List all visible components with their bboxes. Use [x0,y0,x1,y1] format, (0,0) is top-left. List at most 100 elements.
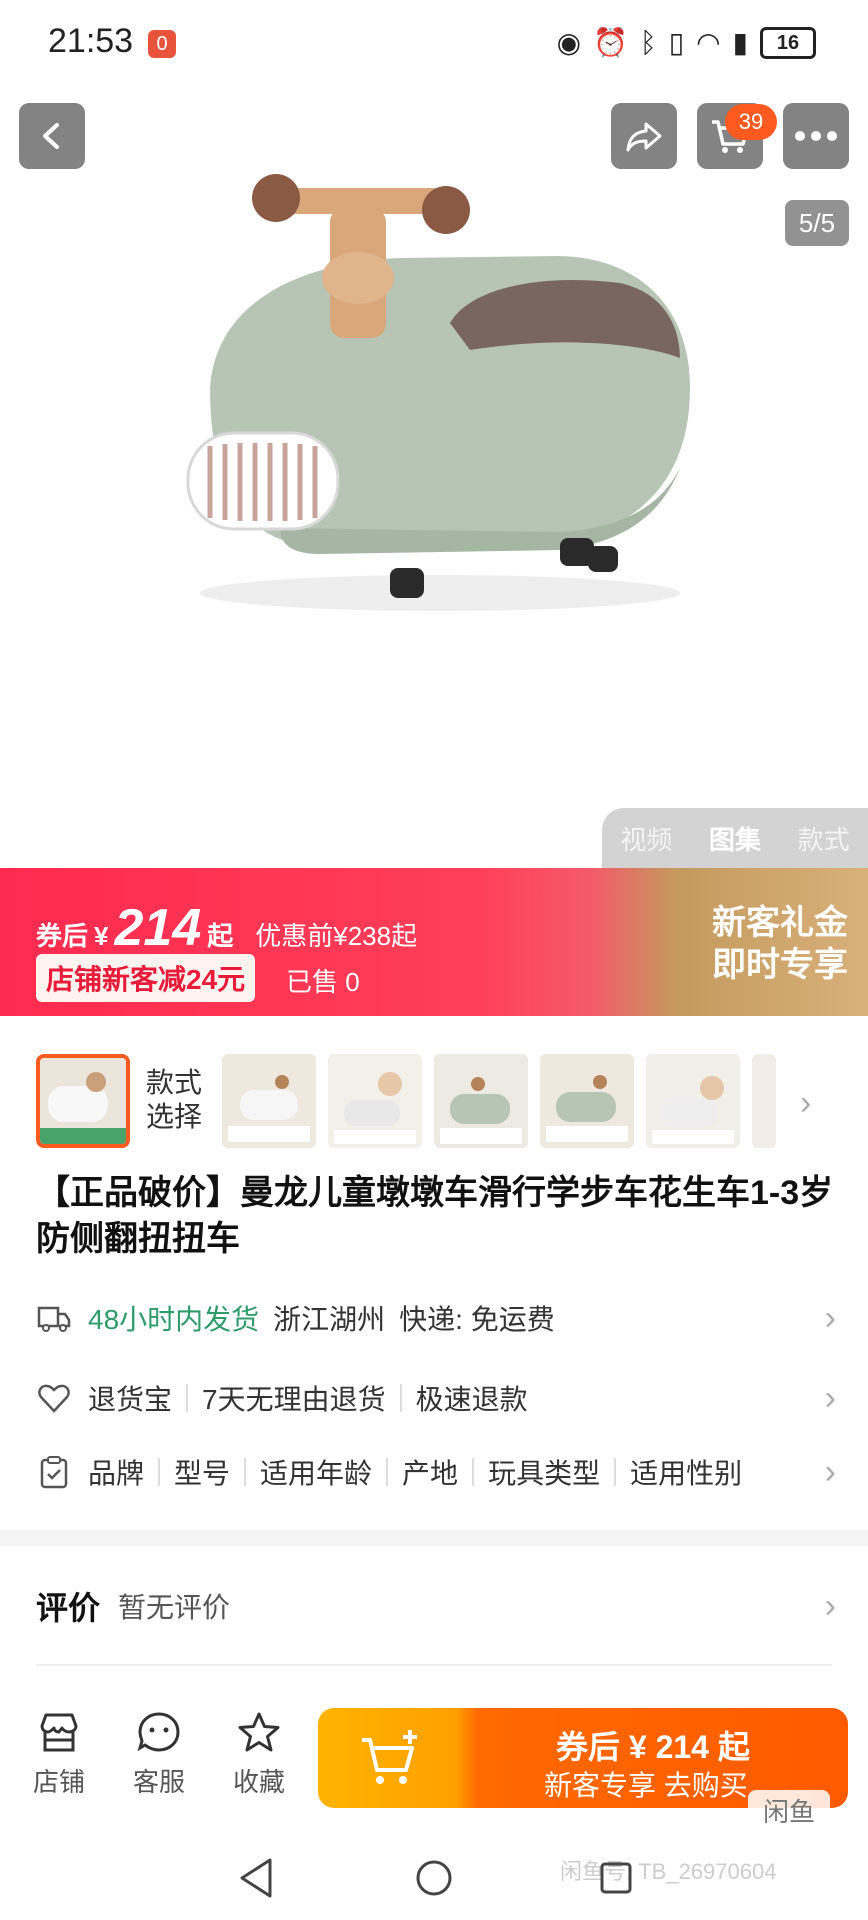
section-divider [0,1530,868,1546]
separator [158,1458,161,1486]
separator [386,1458,389,1486]
chevron-right-icon[interactable]: › [800,1084,811,1123]
service-label: 客服 [132,1767,185,1797]
review-title: 评价 [36,1590,101,1626]
chevron-right-icon: › [824,1586,836,1625]
delivery-fee: 快递: 免运费 [399,1304,555,1335]
style-thumbnail[interactable] [222,1054,316,1148]
selected-style-thumbnail[interactable] [36,1054,130,1148]
star-icon [238,1712,280,1752]
system-nav-bar [0,1840,868,1920]
style-thumbnail[interactable] [540,1054,634,1148]
style-thumbnails [222,1054,776,1148]
favorite-label: 收藏 [232,1767,285,1797]
return-item: 7天无理由退货 [202,1384,386,1415]
cart-count-badge: 39 [725,104,777,140]
param-item: 适用性别 [630,1458,743,1489]
chat-face-icon [137,1712,180,1752]
style-thumbnail[interactable] [752,1054,776,1148]
recents-square-icon[interactable] [596,1856,636,1900]
chevron-right-icon: › [824,1298,836,1337]
favorite-button[interactable]: 收藏 [224,1710,294,1799]
app-watermark: 闲鱼 [748,1790,830,1834]
divider [36,1664,832,1666]
param-item: 产地 [402,1458,459,1489]
chevron-right-icon: › [824,1378,836,1417]
more-icon [795,131,837,141]
sold-count: 已售 0 [286,967,360,997]
heart-shield-icon [38,1384,70,1413]
product-image [186,174,690,611]
battery-icon: 16 [760,26,816,59]
promo-text: 新客礼金 即时专享 [712,902,848,986]
style-thumbnail-image [40,1058,126,1144]
promo-line-2: 即时专享 [712,946,848,984]
price-label: 券后 [36,921,89,951]
buy-price-text: 券后 ¥ 214 起 [556,1729,750,1765]
product-gallery[interactable]: 39 5/5 [0,88,868,868]
return-item: 退货宝 [88,1384,173,1415]
style-label-line-2: 选择 [146,1101,203,1132]
tab-gallery[interactable]: 图集 [709,820,761,857]
eye-icon: ◉ [556,27,582,58]
buy-cta-text: 新客专享 去购买 [544,1770,748,1801]
share-button[interactable] [611,103,677,169]
shipping-row[interactable]: 48小时内发货 浙江湖州 快递: 免运费 › [36,1290,836,1346]
style-selector[interactable]: 款式 选择 › [0,1044,868,1148]
status-icons: ◉ ⏰ ᛒ ▯ ◠ ▮ 16 [557,26,816,59]
chevron-right-icon: › [824,1452,836,1491]
chevron-left-icon [43,123,59,149]
review-value: 暂无评价 [118,1592,231,1623]
price-suffix: 起 [207,921,234,951]
shop-button[interactable]: 店铺 [24,1710,94,1799]
clipboard-icon [40,1456,68,1489]
separator [186,1384,189,1412]
style-thumbnail[interactable] [434,1054,528,1148]
promo-line-1: 新客礼金 [712,904,848,942]
style-label: 款式 选择 [146,1066,202,1134]
shop-label: 店铺 [32,1767,85,1797]
original-price: 优惠前¥238起 [255,921,418,951]
separator [614,1458,617,1486]
add-to-cart-icon[interactable] [358,1726,424,1790]
tab-video[interactable]: 视频 [620,820,672,857]
store-icon [40,1713,78,1752]
params-row[interactable]: 品牌 型号 适用年龄 产地 玩具类型 适用性别 › [36,1444,836,1500]
return-item: 极速退款 [415,1384,528,1415]
param-item: 型号 [174,1458,231,1489]
coupon-tag[interactable]: 店铺新客减24元 [36,954,256,1002]
style-thumbnail[interactable] [328,1054,422,1148]
price-banner: 券后 ¥ 214 起 优惠前¥238起 店铺新客减24元 已售 0 新客礼金 即… [0,868,868,1016]
home-circle-icon[interactable] [414,1856,454,1900]
status-bar: 21:53 0 ◉ ⏰ ᛒ ▯ ◠ ▮ 16 [0,0,868,88]
more-button[interactable] [783,103,849,169]
returns-row[interactable]: 退货宝 7天无理由退货 极速退款 › [36,1370,836,1426]
style-thumbnail[interactable] [646,1054,740,1148]
ship-origin: 浙江湖州 [273,1304,386,1335]
signal-icon: ▮ [732,27,748,58]
separator [472,1458,475,1486]
param-item: 品牌 [88,1458,145,1489]
product-title: 【正品破价】曼龙儿童墩墩车滑行学步车花生车1-3岁防侧翻扭扭车 [36,1174,834,1258]
bluetooth-icon: ᛒ [639,26,657,58]
review-row[interactable]: 评价 暂无评价 › [36,1578,836,1634]
tab-styles[interactable]: 款式 [798,820,850,857]
media-tabs: 视频 图集 款式 [602,808,868,868]
param-item: 适用年龄 [260,1458,373,1489]
price-block: 券后 ¥ 214 起 优惠前¥238起 [36,898,417,958]
fast-shipping: 48小时内发货 [88,1304,260,1335]
separator [244,1458,247,1486]
back-triangle-icon[interactable] [236,1856,276,1900]
customer-service-button[interactable]: 客服 [124,1710,194,1799]
price-currency: ¥ [94,921,109,951]
wifi-icon: ◠ [696,27,721,58]
vibrate-icon: ▯ [668,27,685,58]
truck-icon [37,1306,71,1332]
price-value: 214 [114,899,202,957]
param-item: 玩具类型 [488,1458,601,1489]
page-indicator: 5/5 [785,200,849,246]
back-button[interactable] [19,103,85,169]
alarm-icon: ⏰ [593,27,628,58]
share-icon [626,122,662,152]
bottom-action-bar: 店铺 客服 收藏 券后 ¥ 214 起 新客专享 去购买 [0,1684,868,1824]
